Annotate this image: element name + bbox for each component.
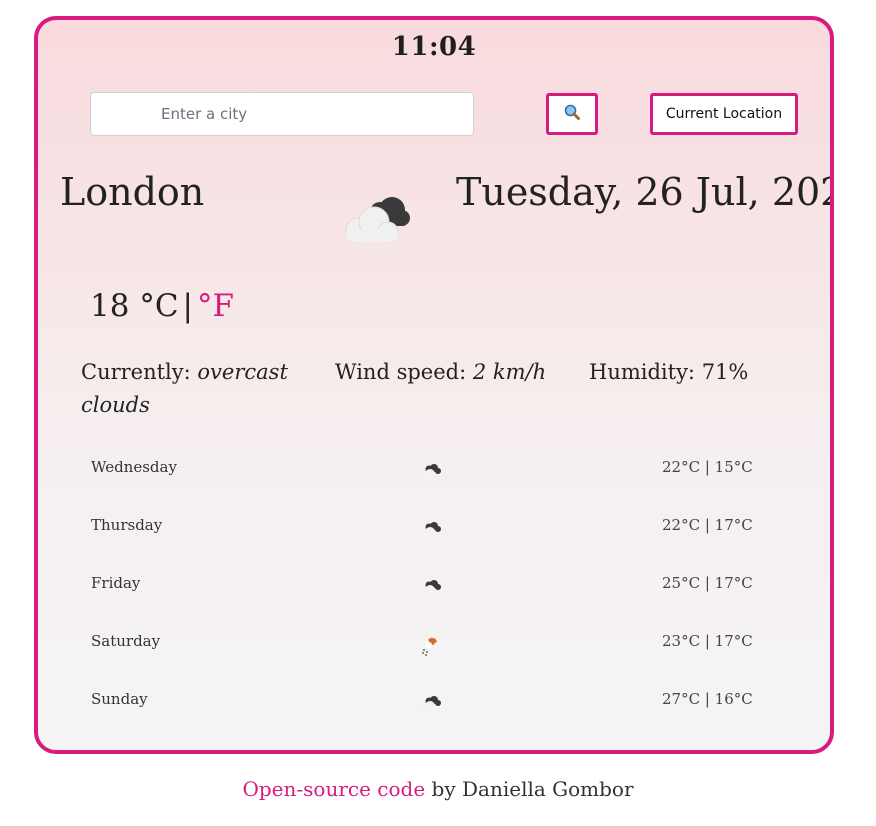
search-button[interactable] <box>546 93 598 135</box>
forecast-day: Wednesday <box>91 458 177 476</box>
city-search-input[interactable] <box>90 92 474 136</box>
broken-clouds-icon <box>414 460 444 486</box>
city-name: London <box>60 170 205 214</box>
description-label: Currently: <box>81 360 191 384</box>
broken-clouds-icon <box>414 576 444 602</box>
celsius-link[interactable]: °C <box>139 288 178 324</box>
broken-clouds-icon <box>336 190 412 252</box>
forecast-row: Wednesday 22°C | 15°C <box>38 440 830 498</box>
current-time: 11:04 <box>391 32 477 62</box>
fahrenheit-link[interactable]: °F <box>197 288 234 324</box>
source-code-link[interactable]: Open-source code <box>242 777 425 801</box>
forecast-temps: 22°C | 17°C <box>662 516 753 534</box>
forecast-row: Thursday 22°C | 17°C <box>38 498 830 556</box>
current-location-button[interactable]: Current Location <box>650 93 798 135</box>
temperature-value: 18 <box>90 288 130 324</box>
forecast-day: Friday <box>91 574 141 592</box>
author-credit: by Daniella Gombor <box>431 777 634 801</box>
weather-card: 11:04 Current Location London Tuesday, 2… <box>34 16 834 754</box>
forecast-day: Sunday <box>91 690 148 708</box>
humidity: Humidity: 71% <box>589 356 748 389</box>
forecast-temps: 27°C | 16°C <box>662 690 753 708</box>
search-icon <box>563 103 581 125</box>
footer-credit: Open-source code by Daniella Gombor <box>0 777 876 801</box>
broken-clouds-icon <box>414 692 444 718</box>
wind-speed: Wind speed: 2 km/h <box>335 356 546 389</box>
current-temperature: 18 °C | °F <box>90 288 234 324</box>
forecast-day: Thursday <box>91 516 163 534</box>
wind-value: 2 km/h <box>472 360 547 384</box>
forecast-temps: 23°C | 17°C <box>662 632 753 650</box>
current-date: Tuesday, 26 Jul, 2022 <box>456 170 834 214</box>
humidity-value: 71% <box>701 360 749 384</box>
humidity-label: Humidity: <box>589 360 696 384</box>
forecast-day: Saturday <box>91 632 161 650</box>
wind-label: Wind speed: <box>335 360 467 384</box>
forecast-temps: 22°C | 15°C <box>662 458 753 476</box>
light-rain-icon <box>414 634 444 662</box>
forecast-temps: 25°C | 17°C <box>662 574 753 592</box>
weather-description: Currently: overcast clouds <box>81 356 301 422</box>
forecast-row: Saturday 23°C | 17°C <box>38 614 830 672</box>
forecast-row: Friday 25°C | 17°C <box>38 556 830 614</box>
unit-separator: | <box>182 288 193 324</box>
forecast-row: Sunday 27°C | 16°C <box>38 672 830 730</box>
broken-clouds-icon <box>414 518 444 544</box>
